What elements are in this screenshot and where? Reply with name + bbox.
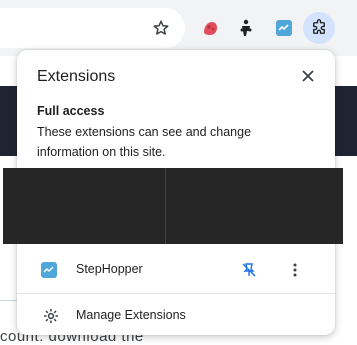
manage-extensions-row[interactable]: Manage Extensions: [17, 296, 335, 336]
redacted-region: [3, 168, 343, 244]
page-header-left: [0, 86, 18, 156]
puzzle-icon[interactable]: [303, 12, 335, 44]
stephopper-extension-icon[interactable]: [272, 16, 296, 40]
star-icon[interactable]: [149, 16, 173, 40]
more-options-button[interactable]: [285, 260, 305, 280]
section-title: Full access: [37, 104, 105, 118]
extension-name: StepHopper: [76, 262, 143, 276]
unpin-icon: [242, 263, 256, 277]
browser-toolbar: [0, 0, 357, 56]
stephopper-icon: [41, 262, 57, 278]
pin-button[interactable]: [239, 260, 259, 280]
page-divider: [0, 300, 18, 317]
page-header-right: [335, 86, 357, 156]
red-extension-icon[interactable]: [198, 16, 222, 40]
divider: [17, 293, 335, 294]
manage-extensions-label: Manage Extensions: [76, 308, 186, 322]
close-button[interactable]: [297, 65, 319, 87]
more-vert-icon: [293, 263, 297, 277]
extensions-popup: Extensions Full access These extensions …: [3, 50, 343, 336]
extension-row-stephopper[interactable]: StepHopper: [17, 250, 335, 290]
section-description: These extensions can see and change info…: [37, 125, 252, 159]
close-icon: [302, 70, 314, 82]
redacted-split: [165, 168, 166, 244]
gear-icon: [43, 308, 59, 324]
cyclist-extension-icon[interactable]: [234, 16, 258, 40]
popup-title: Extensions: [37, 68, 116, 85]
